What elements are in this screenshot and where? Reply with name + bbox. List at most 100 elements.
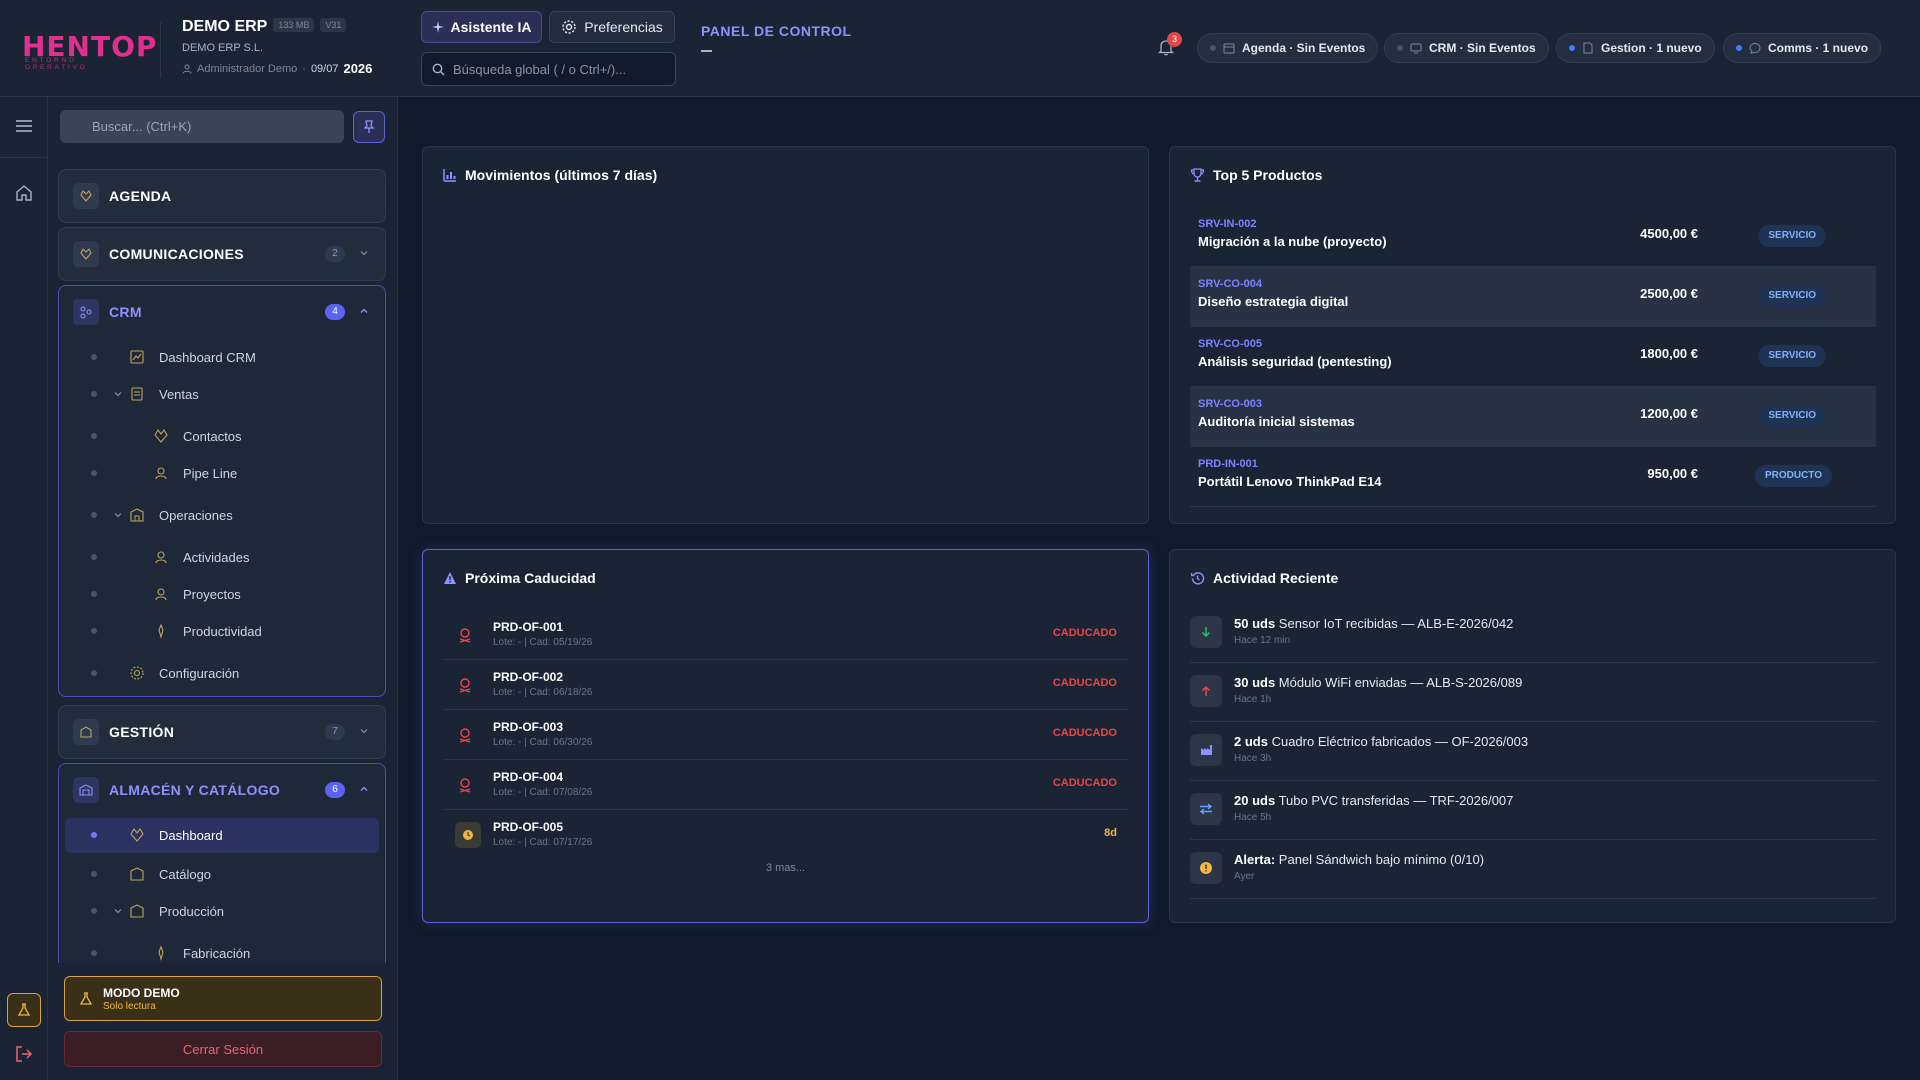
- product-type-badge: PRODUCTO: [1754, 465, 1832, 487]
- demo-mode-button[interactable]: [7, 993, 41, 1027]
- status-dot: [1569, 45, 1575, 51]
- arrow-up-icon: [1190, 675, 1222, 707]
- event-chip-comms[interactable]: Comms · 1 nuevo: [1723, 33, 1882, 63]
- section-comunicaciones[interactable]: COMUNICACIONES 2: [58, 227, 386, 281]
- activity-row[interactable]: 50 uds Sensor IoT recibidas — ALB-E-2026…: [1190, 604, 1876, 663]
- card-title-text: Top 5 Productos: [1213, 167, 1323, 183]
- product-price: 2500,00 €: [1640, 286, 1698, 301]
- contacts-icon: [154, 429, 168, 443]
- product-row[interactable]: SRV-IN-002 Migración a la nube (proyecto…: [1190, 207, 1876, 267]
- section-header[interactable]: CRM 4: [59, 286, 385, 338]
- pin-sidebar-button[interactable]: [353, 111, 385, 143]
- skull-icon: [459, 778, 471, 793]
- sidebar-item-pipeline[interactable]: Pipe Line: [65, 458, 379, 488]
- activity-row[interactable]: 30 uds Módulo WiFi enviadas — ALB-S-2026…: [1190, 663, 1876, 722]
- status-dot: [1210, 45, 1216, 51]
- logout-button[interactable]: Cerrar Sesión: [64, 1031, 382, 1067]
- sidebar-search-input[interactable]: Buscar... (Ctrl+K): [60, 110, 344, 143]
- event-chip-gestion[interactable]: Gestion · 1 nuevo: [1556, 33, 1715, 63]
- history-icon: [1190, 571, 1205, 584]
- expiry-status: CADUCADO: [1052, 627, 1117, 639]
- sidebar-item-dashboard[interactable]: Dashboard: [65, 818, 379, 853]
- sidebar-item-label: Productividad: [183, 623, 262, 639]
- sidebar-item-label: Pipe Line: [183, 465, 238, 481]
- section-header[interactable]: ALMACÉN Y CATÁLOGO 6: [59, 764, 385, 816]
- product-row[interactable]: SRV-CO-004 Diseño estrategia digital 250…: [1190, 267, 1876, 327]
- preferences-label: Preferencias: [584, 19, 663, 35]
- preferences-button[interactable]: Preferencias: [549, 11, 675, 43]
- expiry-row[interactable]: PRD-OF-003 Lote: - | Cad: 06/30/26 CADUC…: [443, 710, 1129, 760]
- sidebar-item-proyectos[interactable]: Proyectos: [65, 579, 379, 609]
- activity-row[interactable]: Alerta: Panel Sándwich bajo mínimo (0/10…: [1190, 840, 1876, 899]
- section-almacen[interactable]: ALMACÉN Y CATÁLOGO 6 Dashboard Catálogo …: [58, 763, 386, 963]
- expiry-row[interactable]: PRD-OF-002 Lote: - | Cad: 06/18/26 CADUC…: [443, 660, 1129, 710]
- home-icon: [16, 185, 32, 201]
- activity-icon: [155, 551, 167, 564]
- product-price: 1200,00 €: [1640, 406, 1698, 421]
- chevron-down-icon[interactable]: [113, 510, 123, 520]
- sidebar-item-label: Fabricación: [183, 945, 251, 961]
- expiry-row[interactable]: PRD-OF-004 Lote: - | Cad: 07/08/26 CADUC…: [443, 760, 1129, 810]
- expiry-row[interactable]: PRD-OF-005 Lote: - | Cad: 07/17/26 8d: [443, 810, 1129, 860]
- left-rail: [0, 97, 48, 1080]
- sidebar-item-actividades[interactable]: Actividades: [65, 542, 379, 572]
- alert-icon: [1190, 852, 1222, 884]
- sidebar-item-operaciones[interactable]: Operaciones: [65, 500, 379, 530]
- global-search-input[interactable]: Búsqueda global ( / o Ctrl+/)...: [421, 52, 676, 86]
- section-header[interactable]: COMUNICACIONES 2: [59, 228, 385, 280]
- ai-assistant-button[interactable]: Asistente IA: [421, 11, 542, 43]
- activity-time: Hace 3h: [1234, 753, 1272, 764]
- bullet: [91, 554, 97, 560]
- product-row[interactable]: SRV-CO-005 Análisis seguridad (pentestin…: [1190, 327, 1876, 387]
- sidebar-item-contactos[interactable]: Contactos: [65, 421, 379, 451]
- section-crm[interactable]: CRM 4 Dashboard CRM Ventas Contactos Pip…: [58, 285, 386, 697]
- sidebar-item-configuracion[interactable]: Configuración: [65, 658, 379, 688]
- dashboard-icon: [130, 828, 144, 842]
- product-row[interactable]: SRV-CO-003 Auditoría inicial sistemas 12…: [1190, 387, 1876, 447]
- product-price: 1800,00 €: [1640, 346, 1698, 361]
- activity-description: Tubo PVC transferidas — TRF-2026/007: [1275, 793, 1514, 808]
- bullet: [91, 950, 97, 956]
- section-header[interactable]: GESTIÓN 7: [59, 706, 385, 758]
- activity-description: Cuadro Eléctrico fabricados — OF-2026/00…: [1267, 734, 1529, 749]
- company-info: DEMO ERP 133 MB V31 DEMO ERP S.L. Administ…: [182, 18, 372, 76]
- home-button[interactable]: [13, 182, 35, 204]
- user-name: Administrador Demo: [197, 62, 298, 75]
- sidebar-item-ventas[interactable]: Ventas: [65, 379, 379, 409]
- sidebar-item-fabricacion[interactable]: Fabricación: [65, 938, 379, 963]
- activity-time: Hace 5h: [1234, 812, 1272, 823]
- chevron-down-icon[interactable]: [113, 906, 123, 916]
- menu-toggle-button[interactable]: [13, 115, 35, 137]
- status-dot: [1736, 45, 1742, 51]
- sidebar-item-catalogo[interactable]: Catálogo: [65, 859, 379, 889]
- expiry-product-code: PRD-OF-001: [493, 620, 564, 634]
- show-more-link[interactable]: 3 mas...: [423, 862, 1148, 874]
- activity-row[interactable]: 20 uds Tubo PVC transferidas — TRF-2026/…: [1190, 781, 1876, 840]
- activity-text: 20 uds Tubo PVC transferidas — TRF-2026/…: [1234, 793, 1513, 808]
- sidebar-item-produccion[interactable]: Producción: [65, 896, 379, 926]
- event-chip-crm[interactable]: CRM · Sin Eventos: [1384, 33, 1549, 63]
- section-agenda[interactable]: AGENDA: [58, 169, 386, 223]
- activity-row[interactable]: 2 uds Cuadro Eléctrico fabricados — OF-2…: [1190, 722, 1876, 781]
- logout-rail-button[interactable]: [13, 1043, 35, 1065]
- chevron-down-icon: [360, 251, 368, 256]
- event-chip-agenda[interactable]: Agenda · Sin Eventos: [1197, 33, 1379, 63]
- product-price: 4500,00 €: [1640, 226, 1698, 241]
- settings-icon: [130, 666, 144, 680]
- bullet: [91, 908, 97, 914]
- section-label: AGENDA: [109, 188, 172, 204]
- section-header[interactable]: AGENDA: [59, 170, 385, 222]
- product-code: PRD-IN-001: [1198, 458, 1258, 470]
- expiry-row[interactable]: PRD-OF-001 Lote: - | Cad: 05/19/26 CADUC…: [443, 610, 1129, 660]
- dot-separator: ·: [302, 62, 306, 75]
- app-logo[interactable]: HENTOP ENTORNO OPERATIVO: [22, 30, 156, 71]
- product-row[interactable]: PRD-IN-001 Portátil Lenovo ThinkPad E14 …: [1190, 447, 1876, 507]
- sidebar-item-productividad[interactable]: Productividad: [65, 616, 379, 646]
- chevron-down-icon[interactable]: [113, 389, 123, 399]
- logo-subtitle: ENTORNO OPERATIVO: [25, 57, 88, 71]
- expiry-lot-info: Lote: - | Cad: 07/17/26: [493, 837, 593, 848]
- skull-icon: [459, 628, 471, 643]
- header-divider: [160, 22, 161, 78]
- section-gestion[interactable]: GESTIÓN 7: [58, 705, 386, 759]
- sidebar-item-dashboard-crm[interactable]: Dashboard CRM: [65, 342, 379, 372]
